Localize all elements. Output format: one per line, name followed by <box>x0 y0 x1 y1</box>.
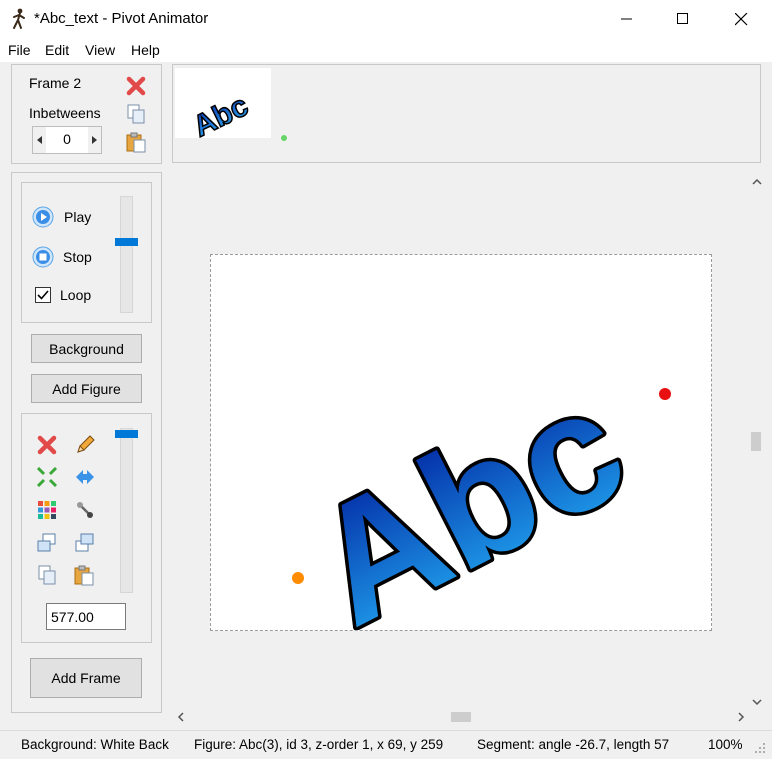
stickman-app-icon <box>13 8 25 29</box>
figure-canvas-svg[interactable]: Abc <box>211 255 711 630</box>
status-zoom: 100% <box>708 737 743 752</box>
frame-label: Frame 2 <box>29 75 82 91</box>
frame-indicator-dot <box>281 135 287 141</box>
frame-thumbnail[interactable]: Abc <box>175 68 271 144</box>
bring-forward-icon[interactable] <box>74 532 96 554</box>
abc-figure[interactable]: Abc <box>280 346 655 630</box>
abc-figure-text: Abc <box>284 350 652 630</box>
paste-figure-icon[interactable] <box>73 564 95 586</box>
inbetweens-spinner[interactable]: 0 <box>32 126 102 154</box>
title-bar: *Abc_text - Pivot Animator <box>0 0 772 38</box>
minimize-button[interactable] <box>598 0 656 38</box>
maximize-icon <box>677 13 688 24</box>
scale-slider-thumb[interactable] <box>115 430 138 438</box>
delete-figure-icon[interactable] <box>37 435 57 455</box>
scroll-up-icon[interactable] <box>751 177 763 187</box>
pencil-edit-icon[interactable] <box>74 434 96 456</box>
maximize-button[interactable] <box>654 0 712 38</box>
status-background: Background: White Back <box>21 737 169 752</box>
background-button[interactable]: Background <box>31 334 142 363</box>
color-palette-icon[interactable] <box>37 500 57 520</box>
vertical-scroll-thumb[interactable] <box>751 432 761 451</box>
pivot-animator-window: *Abc_text - Pivot Animator File Edit Vie… <box>0 0 772 759</box>
loop-label[interactable]: Loop <box>60 287 91 303</box>
status-segment: Segment: angle -26.7, length 57 <box>477 737 670 752</box>
add-figure-button[interactable]: Add Figure <box>31 374 142 403</box>
send-backward-icon[interactable] <box>36 532 58 554</box>
menu-file[interactable]: File <box>8 42 31 58</box>
loop-checkbox[interactable] <box>35 287 51 303</box>
spinner-increment[interactable] <box>88 127 101 153</box>
thumbnail-figure: Abc <box>187 88 254 144</box>
animation-canvas[interactable]: Abc <box>210 254 712 631</box>
scroll-left-icon[interactable] <box>176 711 186 723</box>
copy-frame-icon[interactable] <box>126 104 146 124</box>
add-frame-button[interactable]: Add Frame <box>30 658 142 698</box>
horizontal-scroll-thumb[interactable] <box>451 712 471 722</box>
status-figure: Figure: Abc(3), id 3, z-order 1, x 69, y… <box>194 737 444 752</box>
copy-figure-icon[interactable] <box>37 565 57 585</box>
menu-view[interactable]: View <box>85 42 115 58</box>
scroll-right-icon[interactable] <box>736 711 746 723</box>
window-title: *Abc_text - Pivot Animator <box>34 10 209 27</box>
close-button[interactable] <box>712 0 770 38</box>
menu-help[interactable]: Help <box>131 42 160 58</box>
speed-slider-thumb[interactable] <box>115 238 138 246</box>
chevron-left-icon <box>36 136 42 144</box>
stop-icon[interactable] <box>32 246 54 268</box>
menu-bar: File Edit View Help <box>0 38 772 62</box>
red-segment-handle[interactable] <box>659 388 671 400</box>
stop-label[interactable]: Stop <box>63 249 92 265</box>
speed-slider[interactable] <box>115 196 138 313</box>
thumbnail-text: Abc <box>188 89 253 138</box>
minimize-icon <box>621 18 632 20</box>
scale-value-input[interactable]: 577.00 <box>46 603 126 630</box>
spinner-decrement[interactable] <box>33 127 46 153</box>
close-icon <box>734 12 747 25</box>
status-bar: Background: White Back Figure: Abc(3), i… <box>0 730 772 759</box>
menu-edit[interactable]: Edit <box>45 42 69 58</box>
scale-slider[interactable] <box>115 428 138 593</box>
join-segment-icon[interactable] <box>75 500 95 520</box>
play-label[interactable]: Play <box>64 209 91 225</box>
scroll-down-icon[interactable] <box>751 697 763 707</box>
chevron-right-icon <box>91 136 97 144</box>
inbetweens-label: Inbetweens <box>29 105 101 121</box>
flip-figure-icon[interactable] <box>74 466 96 488</box>
orange-origin-handle[interactable] <box>292 572 304 584</box>
delete-frame-icon[interactable] <box>126 76 146 96</box>
shrink-figure-icon[interactable] <box>37 467 57 487</box>
resize-grip-icon[interactable] <box>754 742 766 754</box>
play-icon[interactable] <box>32 206 54 228</box>
inbetweens-value[interactable]: 0 <box>47 131 87 147</box>
paste-frame-icon[interactable] <box>125 131 147 153</box>
